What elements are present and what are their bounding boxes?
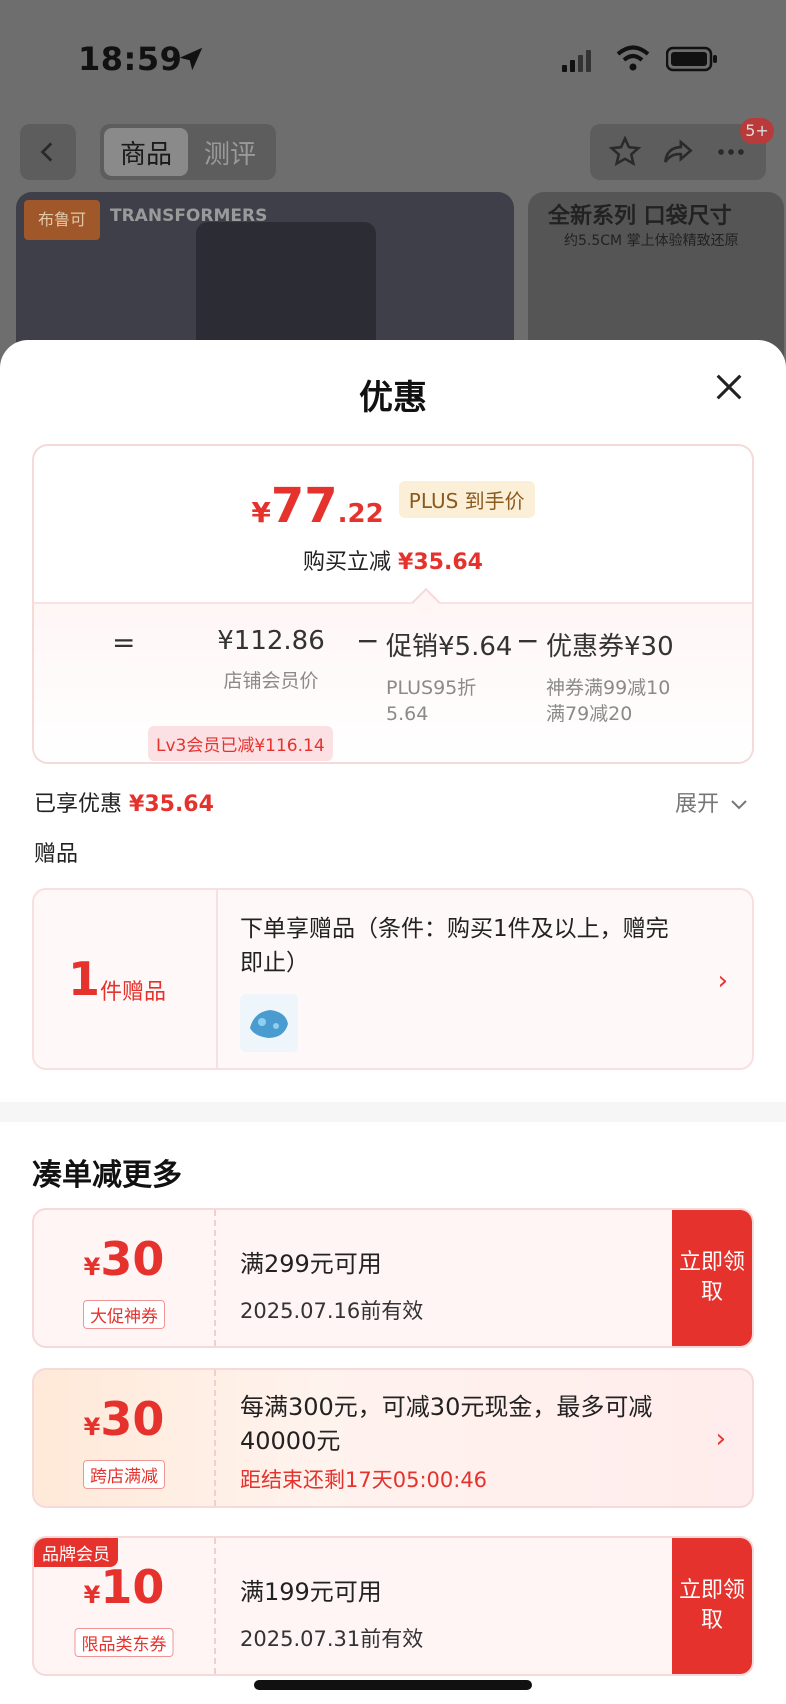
coupon-amount-value: 10 <box>100 1560 165 1614</box>
gift-unit: 件赠品 <box>100 980 167 1005</box>
brand-member-badge: 品牌会员 <box>34 1538 118 1567</box>
price-decimal: .22 <box>337 499 384 529</box>
promo-detail-line1: PLUS95折 <box>386 677 477 699</box>
final-price: ¥77.22 PLUS 到手价 <box>34 478 752 534</box>
coupon-detail-line1: 神券满99减10 <box>546 677 671 699</box>
price-currency: ¥ <box>251 496 271 529</box>
coupon-card: ¥10 限品类东券 品牌会员 满199元可用 2025.07.31前有效 立即领… <box>32 1536 754 1676</box>
coupon-type-tag: 大促神券 <box>83 1300 165 1329</box>
price-integer: 77 <box>270 478 338 534</box>
coupon-details: 满199元可用 2025.07.31前有效 <box>240 1572 423 1653</box>
gift-card[interactable]: 1 件赠品 下单享赠品（条件：购买1件及以上，赠完即止） › <box>32 888 754 1070</box>
coupon-currency: ¥ <box>83 1581 101 1609</box>
minus-sign: − <box>356 624 380 657</box>
message-badge: 5+ <box>740 118 774 144</box>
gift-item-image <box>250 1010 288 1038</box>
expand-toggle[interactable]: 展开 <box>675 786 748 818</box>
instant-discount-value: ¥35.64 <box>398 550 483 575</box>
chevron-right-icon: › <box>715 1424 726 1454</box>
coupon-card: ¥30 大促神券 满299元可用 2025.07.16前有效 立即领取 <box>32 1208 754 1348</box>
chevron-right-icon: › <box>717 966 728 996</box>
claim-coupon-button[interactable]: 立即领取 <box>672 1210 752 1346</box>
coupon-type-tag: 限品类东券 <box>74 1628 174 1657</box>
coupon-expiry: 2025.07.31前有效 <box>240 1627 424 1651</box>
coupon-type-tag: 跨店满减 <box>83 1460 165 1489</box>
coupon-countdown: 距结束还剩17天05:00:46 <box>240 1468 488 1492</box>
member-price-value: ¥112.86 <box>217 626 325 656</box>
section-divider <box>0 1102 786 1122</box>
coupon-value: 优惠券¥30 <box>546 632 674 662</box>
coupon-amount: ¥30 <box>34 1392 214 1446</box>
claim-coupon-button[interactable]: 立即领取 <box>672 1538 752 1674</box>
side-image-title: 全新系列 口袋尺寸 <box>548 204 732 229</box>
gift-thumbnail <box>240 994 298 1052</box>
promo-detail: PLUS95折 5.64 <box>386 675 512 727</box>
side-image-subtitle: 约5.5CM 掌上体验精致还原 <box>564 233 739 249</box>
battery-icon <box>666 46 717 72</box>
coupon-currency: ¥ <box>83 1253 101 1281</box>
status-bar: 18:59 <box>0 36 786 80</box>
expand-label: 展开 <box>674 792 719 817</box>
back-button[interactable] <box>20 124 76 180</box>
plus-price-tag: PLUS 到手价 <box>398 481 535 518</box>
coupon-amount-value: 30 <box>100 1392 165 1446</box>
coupon-amount-area: ¥30 跨店满减 <box>34 1370 216 1506</box>
gift-count: 1 <box>68 952 101 1006</box>
enjoyed-discount: 已享优惠 ¥35.64 <box>34 786 214 818</box>
brand-logo: 布鲁可 <box>24 200 100 240</box>
top-navigation: 商品 测评 <box>0 124 786 180</box>
coupon-currency: ¥ <box>83 1413 101 1441</box>
member-level-tag: Lv3会员已减¥116.14 <box>148 726 333 761</box>
coupon-condition: 每满300元，可减30元现金，最多可减40000元 <box>240 1393 653 1455</box>
coupon-condition: 满299元可用 <box>240 1250 382 1278</box>
coupon-detail-line2: 满79减20 <box>546 703 633 725</box>
equals-sign: = <box>112 626 136 659</box>
instant-discount: 购买立减 ¥35.64 <box>34 544 752 576</box>
tab-product[interactable]: 商品 <box>104 128 188 176</box>
minus-sign: − <box>516 624 540 657</box>
gift-section-label: 赠品 <box>34 842 79 867</box>
chevron-down-icon <box>731 800 747 810</box>
wifi-icon <box>616 45 650 71</box>
coupon-card[interactable]: ¥30 跨店满减 每满300元，可减30元现金，最多可减40000元 距结束还剩… <box>32 1368 754 1508</box>
coupon-amount: ¥30 <box>34 1232 214 1286</box>
cellular-signal-icon <box>562 50 591 72</box>
promo-value: 促销¥5.64 <box>386 632 513 662</box>
more-discount-title: 凑单减更多 <box>32 1158 182 1193</box>
promo-column: 促销¥5.64 PLUS95折 5.64 <box>386 626 512 727</box>
coupon-amount-area: ¥30 大促神券 <box>34 1210 216 1346</box>
coupon-column: 优惠券¥30 神券满99减10 满79减20 <box>546 626 674 727</box>
location-arrow-icon <box>179 47 203 71</box>
coupon-condition: 满199元可用 <box>240 1578 382 1606</box>
coupon-detail: 神券满99减10 满79减20 <box>546 675 674 727</box>
price-breakdown: = ¥112.86 店铺会员价 Lv3会员已减¥116.14 − 促销¥5.64… <box>34 602 752 762</box>
tab-review[interactable]: 测评 <box>188 128 272 176</box>
coupon-details: 每满300元，可减30元现金，最多可减40000元 距结束还剩17天05:00:… <box>240 1390 700 1494</box>
status-time: 18:59 <box>78 40 183 78</box>
final-price-area: ¥77.22 PLUS 到手价 购买立减 ¥35.64 <box>34 446 752 602</box>
member-price-column: ¥112.86 店铺会员价 <box>186 626 356 694</box>
enjoyed-value: ¥35.64 <box>129 792 214 817</box>
gift-condition-text: 下单享赠品（条件：购买1件及以上，赠完即止） <box>240 916 669 976</box>
member-price-label: 店铺会员价 <box>223 670 319 692</box>
instant-discount-label: 购买立减 <box>303 550 392 575</box>
coupon-details: 满299元可用 2025.07.16前有效 <box>240 1244 423 1325</box>
price-summary-card: ¥77.22 PLUS 到手价 购买立减 ¥35.64 = ¥112.86 店铺… <box>32 444 754 764</box>
share-icon[interactable] <box>661 135 695 169</box>
chevron-left-icon <box>40 142 53 162</box>
gift-count-area: 1 件赠品 <box>34 890 218 1068</box>
promo-detail-line2: 5.64 <box>386 703 429 725</box>
enjoyed-label: 已享优惠 <box>34 792 123 817</box>
tab-switcher: 商品 测评 <box>100 124 276 180</box>
star-icon[interactable] <box>608 135 642 169</box>
home-indicator <box>254 1680 532 1690</box>
discount-sheet: 优惠 ¥77.22 PLUS 到手价 购买立减 ¥35.64 = ¥112.86… <box>0 340 786 1704</box>
coupon-amount: ¥10 <box>34 1560 214 1614</box>
close-icon[interactable] <box>712 370 746 404</box>
coupon-expiry: 2025.07.16前有效 <box>240 1299 424 1323</box>
sheet-title: 优惠 <box>359 378 427 418</box>
coupon-amount-value: 30 <box>100 1232 165 1286</box>
